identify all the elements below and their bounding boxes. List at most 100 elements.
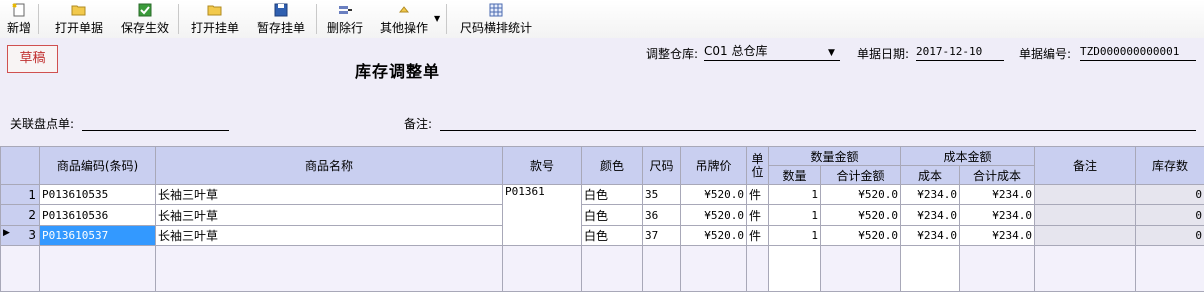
column-group-cost-amount: 成本金额 xyxy=(900,146,1036,166)
folder-icon xyxy=(207,5,222,16)
column-header-total-cost[interactable]: 合计成本 xyxy=(959,165,1036,185)
empty-cell xyxy=(502,245,582,292)
cell-price[interactable]: ¥520.0 xyxy=(680,224,747,247)
empty-row[interactable] xyxy=(0,245,1204,292)
linked-count-label: 关联盘点单: xyxy=(10,117,75,131)
column-header-size[interactable]: 尺码 xyxy=(642,146,681,185)
row-number-text: 3 xyxy=(28,228,36,243)
docno-field[interactable]: TZD000000000001 xyxy=(1080,44,1196,61)
cell-color[interactable]: 白色 xyxy=(581,224,643,247)
column-header-unit[interactable]: 单位 xyxy=(746,146,769,185)
toolbar-separator xyxy=(178,4,179,34)
floppy-disk-icon xyxy=(274,3,288,17)
size-stats-button[interactable]: 尺码横排统计 xyxy=(456,0,536,37)
delete-row-label: 删除行 xyxy=(326,21,363,35)
open-held-button[interactable]: 打开挂单 xyxy=(188,0,242,37)
cell-qty[interactable]: 1 xyxy=(768,183,821,206)
toolbar-separator xyxy=(38,4,39,34)
cell-style[interactable]: P01361 xyxy=(502,183,582,247)
cell-remark[interactable] xyxy=(1034,204,1137,226)
save-effective-button[interactable]: 保存生效 xyxy=(118,0,172,37)
row-number[interactable]: 2 xyxy=(0,204,40,226)
column-header-style[interactable]: 款号 xyxy=(502,146,582,185)
table-row[interactable]: ▶ 3 P013610537 长袖三叶草 白色 37 ¥520.0 件 1 ¥52… xyxy=(0,224,1204,247)
cell-color[interactable]: 白色 xyxy=(581,183,643,206)
cell-unit[interactable]: 件 xyxy=(746,183,769,206)
column-header-cost[interactable]: 成本 xyxy=(900,165,961,185)
column-header-tag-price[interactable]: 吊牌价 xyxy=(680,146,747,185)
delete-row-button[interactable]: 删除行 xyxy=(324,0,366,37)
table-row[interactable]: 1 P013610535 长袖三叶草 P01361 白色 35 ¥520.0 件… xyxy=(0,183,1204,247)
cell-amount[interactable]: ¥520.0 xyxy=(819,224,902,247)
column-header-total-amount[interactable]: 合计金额 xyxy=(819,165,902,185)
save-check-icon xyxy=(138,3,152,17)
cell-total-cost[interactable]: ¥234.0 xyxy=(959,224,1036,247)
detail-grid: 商品编码(条码) 商品名称 款号 颜色 尺码 吊牌价 单位 数量金额 成本金额 … xyxy=(0,146,1204,292)
cell-stock[interactable]: 0 xyxy=(1135,204,1204,226)
cell-total-cost[interactable]: ¥234.0 xyxy=(959,183,1036,206)
row-number[interactable]: 1 xyxy=(0,183,40,206)
toolbar: 新增 打开单据 保存生效 打开挂单 暂存挂单 删除行 其他操作 ▼ 尺码横排统计 xyxy=(0,0,1204,39)
column-header-remark[interactable]: 备注 xyxy=(1034,146,1137,185)
chevron-down-icon[interactable]: ▼ xyxy=(828,48,835,58)
table-grid-icon xyxy=(489,3,503,17)
empty-cell xyxy=(680,245,747,292)
cell-name[interactable]: 长袖三叶草 xyxy=(155,224,503,247)
remark-field[interactable] xyxy=(440,114,1196,131)
new-document-icon xyxy=(12,3,25,17)
empty-cell xyxy=(39,245,156,292)
empty-cell xyxy=(1034,245,1137,292)
empty-cell xyxy=(819,245,902,292)
cell-cost[interactable]: ¥234.0 xyxy=(900,224,961,247)
toolbar-separator xyxy=(446,4,447,34)
cell-code[interactable]: P013610537 xyxy=(39,224,156,247)
cell-name[interactable]: 长袖三叶草 xyxy=(155,183,503,206)
column-header-code[interactable]: 商品编码(条码) xyxy=(39,146,156,185)
warehouse-select[interactable]: C01 总仓库 xyxy=(704,44,840,61)
cell-size[interactable]: 36 xyxy=(642,204,681,226)
table-row[interactable]: 2 P013610536 长袖三叶草 白色 36 ¥520.0 件 1 ¥520… xyxy=(0,204,1204,226)
cell-amount[interactable]: ¥520.0 xyxy=(819,183,902,206)
cell-color[interactable]: 白色 xyxy=(581,204,643,226)
cell-price[interactable]: ¥520.0 xyxy=(680,183,747,206)
hold-button[interactable]: 暂存挂单 xyxy=(254,0,308,37)
cell-amount[interactable]: ¥520.0 xyxy=(819,204,902,226)
new-button[interactable]: 新增 xyxy=(3,0,35,37)
cell-size[interactable]: 35 xyxy=(642,183,681,206)
cell-total-cost[interactable]: ¥234.0 xyxy=(959,204,1036,226)
chevron-down-icon[interactable]: ▼ xyxy=(434,14,440,23)
cell-size[interactable]: 37 xyxy=(642,224,681,247)
open-doc-button[interactable]: 打开单据 xyxy=(52,0,106,37)
page-title: 库存调整单 xyxy=(355,62,441,81)
linked-count-field[interactable] xyxy=(82,114,229,131)
empty-cell xyxy=(746,245,769,292)
column-header-stock[interactable]: 库存数 xyxy=(1135,146,1204,185)
cell-remark[interactable] xyxy=(1034,183,1137,206)
cell-qty[interactable]: 1 xyxy=(768,224,821,247)
cell-unit[interactable]: 件 xyxy=(746,224,769,247)
column-group-qty-amount: 数量金额 xyxy=(767,146,902,166)
cell-cost[interactable]: ¥234.0 xyxy=(900,183,961,206)
save-effective-label: 保存生效 xyxy=(120,21,169,35)
other-ops-label: 其他操作 xyxy=(379,21,428,35)
cell-stock[interactable]: 0 xyxy=(1135,224,1204,247)
toolbar-separator xyxy=(316,4,317,34)
cell-stock[interactable]: 0 xyxy=(1135,183,1204,206)
cell-code[interactable]: P013610535 xyxy=(39,183,156,206)
cell-remark[interactable] xyxy=(1034,224,1137,247)
other-ops-button[interactable]: 其他操作 xyxy=(376,0,432,37)
cell-unit[interactable]: 件 xyxy=(746,204,769,226)
cell-code[interactable]: P013610536 xyxy=(39,204,156,226)
empty-cell xyxy=(1135,245,1204,292)
cell-cost[interactable]: ¥234.0 xyxy=(900,204,961,226)
column-header-color[interactable]: 颜色 xyxy=(581,146,643,185)
current-row-arrow-icon: ▶ xyxy=(3,228,10,239)
cell-price[interactable]: ¥520.0 xyxy=(680,204,747,226)
cell-qty[interactable]: 1 xyxy=(768,204,821,226)
cell-name[interactable]: 长袖三叶草 xyxy=(155,204,503,226)
row-number[interactable]: ▶ 3 xyxy=(0,224,40,247)
date-field[interactable]: 2017-12-10 xyxy=(916,44,1004,61)
column-header-qty[interactable]: 数量 xyxy=(768,165,821,185)
delete-row-icon xyxy=(339,6,352,14)
column-header-name[interactable]: 商品名称 xyxy=(155,146,503,185)
